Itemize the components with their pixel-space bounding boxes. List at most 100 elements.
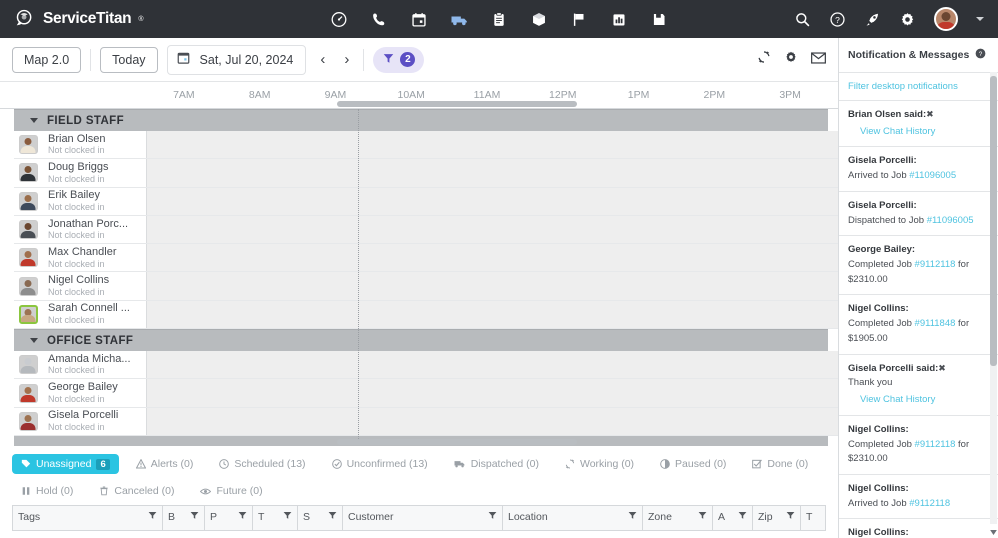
bar-chart-icon[interactable] — [611, 11, 628, 28]
notification-item[interactable]: Nigel Collins: Arrived to Job #9112118 — [839, 475, 998, 520]
filter-button[interactable]: 2 — [373, 46, 425, 73]
job-link[interactable]: #9112118 — [915, 259, 956, 270]
funnel-icon[interactable] — [488, 511, 497, 523]
avatar[interactable] — [18, 411, 38, 431]
job-link[interactable]: #9112118 — [915, 439, 956, 450]
table-column-header[interactable]: S — [298, 506, 343, 530]
table-column-header[interactable]: A — [713, 506, 753, 530]
job-link[interactable]: #11096005 — [927, 215, 974, 226]
notification-item[interactable]: George Bailey: Completed Job #9112118 for… — [839, 236, 998, 296]
notification-item[interactable]: Gisela Porcelli: Dispatched to Job #11096… — [839, 192, 998, 237]
staff-row[interactable]: Nigel Collins Not clocked in — [14, 272, 838, 301]
staff-row[interactable]: Amanda Micha... Not clocked in — [14, 351, 838, 380]
table-column-header[interactable]: B — [163, 506, 205, 530]
status-tab-done[interactable]: Done (0) — [743, 454, 817, 474]
timeline-scrollbar-top[interactable] — [337, 101, 577, 107]
table-column-header[interactable]: T — [253, 506, 298, 530]
staff-row[interactable]: Sarah Connell ... Not clocked in — [14, 300, 838, 330]
chevron-down-icon[interactable] — [30, 338, 38, 344]
schedule-scrollbar-bottom[interactable] — [337, 439, 577, 445]
notification-item[interactable]: Brian Olsen said:✖ View Chat History — [839, 101, 998, 148]
staff-group-header[interactable]: FIELD STAFF — [14, 109, 828, 131]
date-picker[interactable]: Sat, Jul 20, 2024 — [166, 44, 307, 75]
close-icon[interactable]: ✖ — [926, 109, 934, 119]
status-tab-dispatched[interactable]: Dispatched (0) — [445, 454, 548, 474]
phone-icon[interactable] — [371, 11, 388, 28]
refresh-icon[interactable] — [757, 50, 771, 69]
staff-row[interactable]: Doug Briggs Not clocked in — [14, 159, 838, 188]
table-column-header[interactable]: Location — [503, 506, 643, 530]
staff-timeline-lane[interactable] — [146, 272, 838, 300]
help-circle-icon[interactable]: ? — [975, 46, 986, 64]
funnel-icon[interactable] — [190, 511, 199, 523]
staff-timeline-lane[interactable] — [146, 407, 838, 435]
status-tab-paused[interactable]: Paused (0) — [651, 454, 735, 474]
notification-item[interactable]: Nigel Collins: Completed Job #9112118 for… — [839, 416, 998, 475]
staff-timeline-lane[interactable] — [146, 187, 838, 215]
gear-icon[interactable] — [784, 50, 798, 69]
table-column-header[interactable]: Tags — [13, 506, 163, 530]
table-column-header[interactable]: T — [801, 506, 825, 530]
avatar[interactable] — [18, 304, 38, 324]
status-tab-alerts[interactable]: Alerts (0) — [127, 454, 203, 474]
avatar[interactable] — [18, 163, 38, 183]
staff-group-header[interactable]: OFFICE STAFF — [14, 329, 828, 352]
staff-timeline-lane[interactable] — [146, 131, 838, 159]
job-link[interactable]: #9111848 — [915, 318, 956, 329]
status-tab-hold[interactable]: Hold (0) — [12, 481, 82, 501]
brand-logo-area[interactable]: ServiceTitan ® — [0, 8, 143, 30]
funnel-icon[interactable] — [738, 511, 747, 523]
staff-row[interactable]: George Bailey Not clocked in — [14, 379, 838, 408]
funnel-icon[interactable] — [148, 511, 157, 523]
notification-item[interactable]: Gisela Porcelli: Arrived to Job #11096005 — [839, 147, 998, 192]
staff-timeline-lane[interactable] — [146, 379, 838, 407]
funnel-icon[interactable] — [238, 511, 247, 523]
avatar[interactable] — [18, 383, 38, 403]
map-button[interactable]: Map 2.0 — [12, 46, 82, 73]
avatar[interactable] — [934, 7, 958, 31]
table-column-header[interactable]: Customer — [343, 506, 503, 530]
chevron-down-icon[interactable] — [976, 17, 984, 21]
save-disk-icon[interactable] — [651, 11, 668, 28]
staff-timeline-lane[interactable] — [146, 244, 838, 272]
funnel-icon[interactable] — [283, 511, 292, 523]
avatar[interactable] — [18, 276, 38, 296]
funnel-icon[interactable] — [698, 511, 707, 523]
envelope-icon[interactable] — [811, 51, 826, 69]
gear-icon[interactable] — [899, 11, 916, 28]
flag-icon[interactable] — [571, 11, 588, 28]
close-icon[interactable]: ✖ — [938, 363, 946, 373]
job-link[interactable]: #11096005 — [909, 170, 956, 181]
chevron-down-icon[interactable] — [30, 118, 38, 123]
status-tab-scheduled[interactable]: Scheduled (13) — [210, 454, 314, 474]
staff-timeline-lane[interactable] — [146, 215, 838, 244]
funnel-icon[interactable] — [628, 511, 637, 523]
table-column-header[interactable]: Zone — [643, 506, 713, 530]
filter-desktop-notifications-link[interactable]: Filter desktop notifications — [839, 73, 998, 101]
staff-row[interactable]: Jonathan Porc... Not clocked in — [14, 215, 838, 245]
truck-icon[interactable] — [451, 11, 468, 28]
avatar[interactable] — [18, 191, 38, 211]
table-column-header[interactable]: P — [205, 506, 253, 530]
view-chat-history-link[interactable]: View Chat History — [848, 393, 989, 408]
avatar[interactable] — [18, 248, 38, 268]
staff-timeline-lane[interactable] — [146, 300, 838, 329]
staff-row[interactable]: Brian Olsen Not clocked in — [14, 131, 838, 160]
notification-item[interactable]: Nigel Collins: Completed Job #9111848 for… — [839, 295, 998, 355]
table-column-header[interactable]: Zip — [753, 506, 801, 530]
staff-timeline-lane[interactable] — [146, 351, 838, 379]
prev-day-button[interactable]: ‹ — [315, 50, 330, 69]
avatar[interactable] — [18, 355, 38, 375]
status-tab-working[interactable]: Working (0) — [556, 454, 643, 474]
help-circle-icon[interactable]: ? — [829, 11, 846, 28]
status-tab-unassigned[interactable]: Unassigned 6 — [12, 454, 119, 474]
box-icon[interactable] — [531, 11, 548, 28]
funnel-icon[interactable] — [328, 511, 337, 523]
scroll-down-arrow-icon[interactable] — [989, 527, 998, 538]
notification-item[interactable]: Gisela Porcelli said:✖ Thank you View Chat… — [839, 355, 998, 416]
today-button[interactable]: Today — [100, 46, 158, 73]
staff-timeline-lane[interactable] — [146, 159, 838, 187]
avatar[interactable] — [18, 135, 38, 155]
clipboard-icon[interactable] — [491, 11, 508, 28]
calendar-icon[interactable] — [411, 11, 428, 28]
